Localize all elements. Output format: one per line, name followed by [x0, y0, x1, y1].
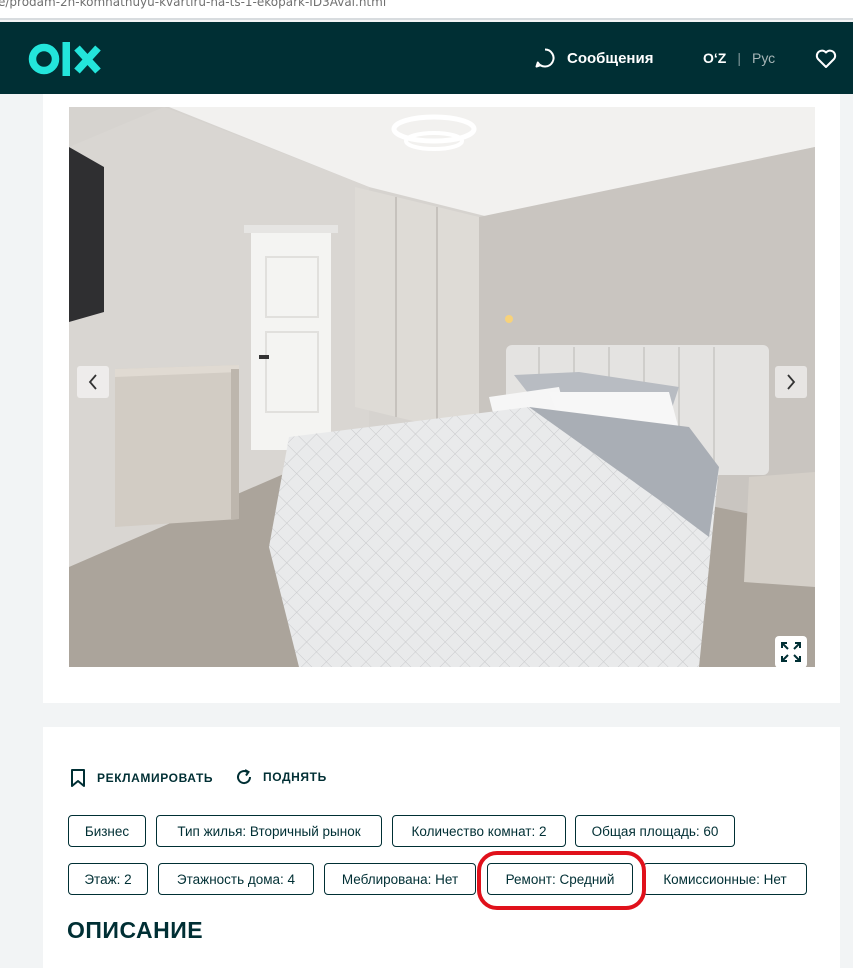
tag-business: Бизнес: [68, 815, 146, 847]
expand-icon: [781, 642, 801, 662]
lang-uz[interactable]: OʻZ: [703, 50, 726, 66]
url-text: e/prodam-2h-komnatnuyu-kvartiru-na-ts-1-…: [0, 0, 387, 9]
promote-label: РЕКЛАМИРОВАТЬ: [97, 771, 214, 785]
messages-label: Сообщения: [567, 49, 654, 67]
listing-photo[interactable]: [69, 107, 815, 667]
site-header: Сообщения OʻZ | Рус: [0, 22, 853, 94]
messages-link[interactable]: Сообщения: [534, 47, 653, 69]
previous-photo-button[interactable]: [77, 366, 109, 398]
lang-separator: |: [737, 50, 741, 66]
chat-icon: [535, 48, 555, 68]
olx-logo[interactable]: [28, 40, 102, 78]
bookmark-icon: [71, 769, 85, 787]
tag-housing-type: Тип жилья: Вторичный рынок: [156, 815, 382, 847]
favorites-heart-icon[interactable]: [815, 49, 837, 69]
tag-rooms: Количество комнат: 2: [392, 815, 566, 847]
chevron-right-icon: [787, 374, 796, 390]
tag-building-floors: Этажность дома: 4: [158, 863, 314, 895]
red-highlight-circle: [477, 851, 646, 910]
bedroom-image: [69, 107, 815, 667]
raise-label: ПОДНЯТЬ: [263, 770, 327, 784]
next-photo-button[interactable]: [775, 366, 807, 398]
raise-button[interactable]: ПОДНЯТЬ: [235, 768, 327, 786]
tag-commission: Комиссионные: Нет: [643, 863, 807, 895]
refresh-icon: [237, 769, 252, 785]
description-heading: ОПИСАНИЕ: [67, 917, 204, 943]
lang-ru[interactable]: Рус: [752, 50, 775, 66]
tag-furnished: Меблирована: Нет: [324, 863, 476, 895]
promote-button[interactable]: РЕКЛАМИРОВАТЬ: [69, 768, 213, 788]
language-switcher: OʻZ | Рус: [703, 50, 775, 66]
tag-floor: Этаж: 2: [68, 863, 148, 895]
chevron-left-icon: [88, 374, 97, 390]
browser-url-bar[interactable]: e/prodam-2h-komnatnuyu-kvartiru-na-ts-1-…: [0, 0, 853, 20]
fullscreen-button[interactable]: [775, 636, 807, 668]
tag-area: Общая площадь: 60: [575, 815, 735, 847]
